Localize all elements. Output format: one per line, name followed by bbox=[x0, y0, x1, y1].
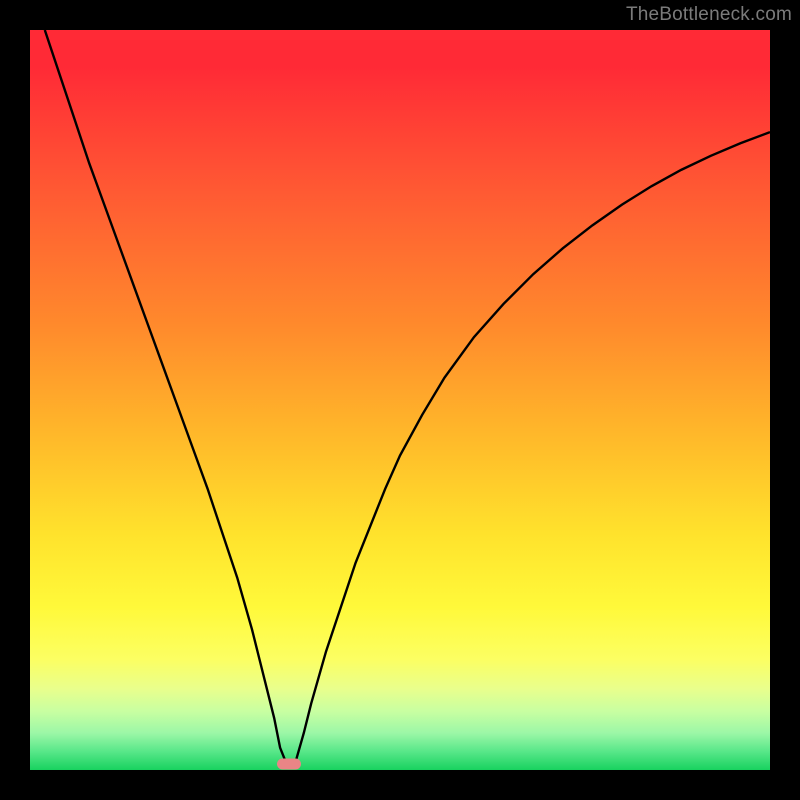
curve-layer bbox=[30, 30, 770, 770]
chart-container: TheBottleneck.com bbox=[0, 0, 800, 800]
optimum-marker bbox=[277, 759, 301, 770]
watermark-text: TheBottleneck.com bbox=[626, 4, 792, 26]
plot-area bbox=[30, 30, 770, 770]
bottleneck-curve bbox=[45, 30, 770, 766]
